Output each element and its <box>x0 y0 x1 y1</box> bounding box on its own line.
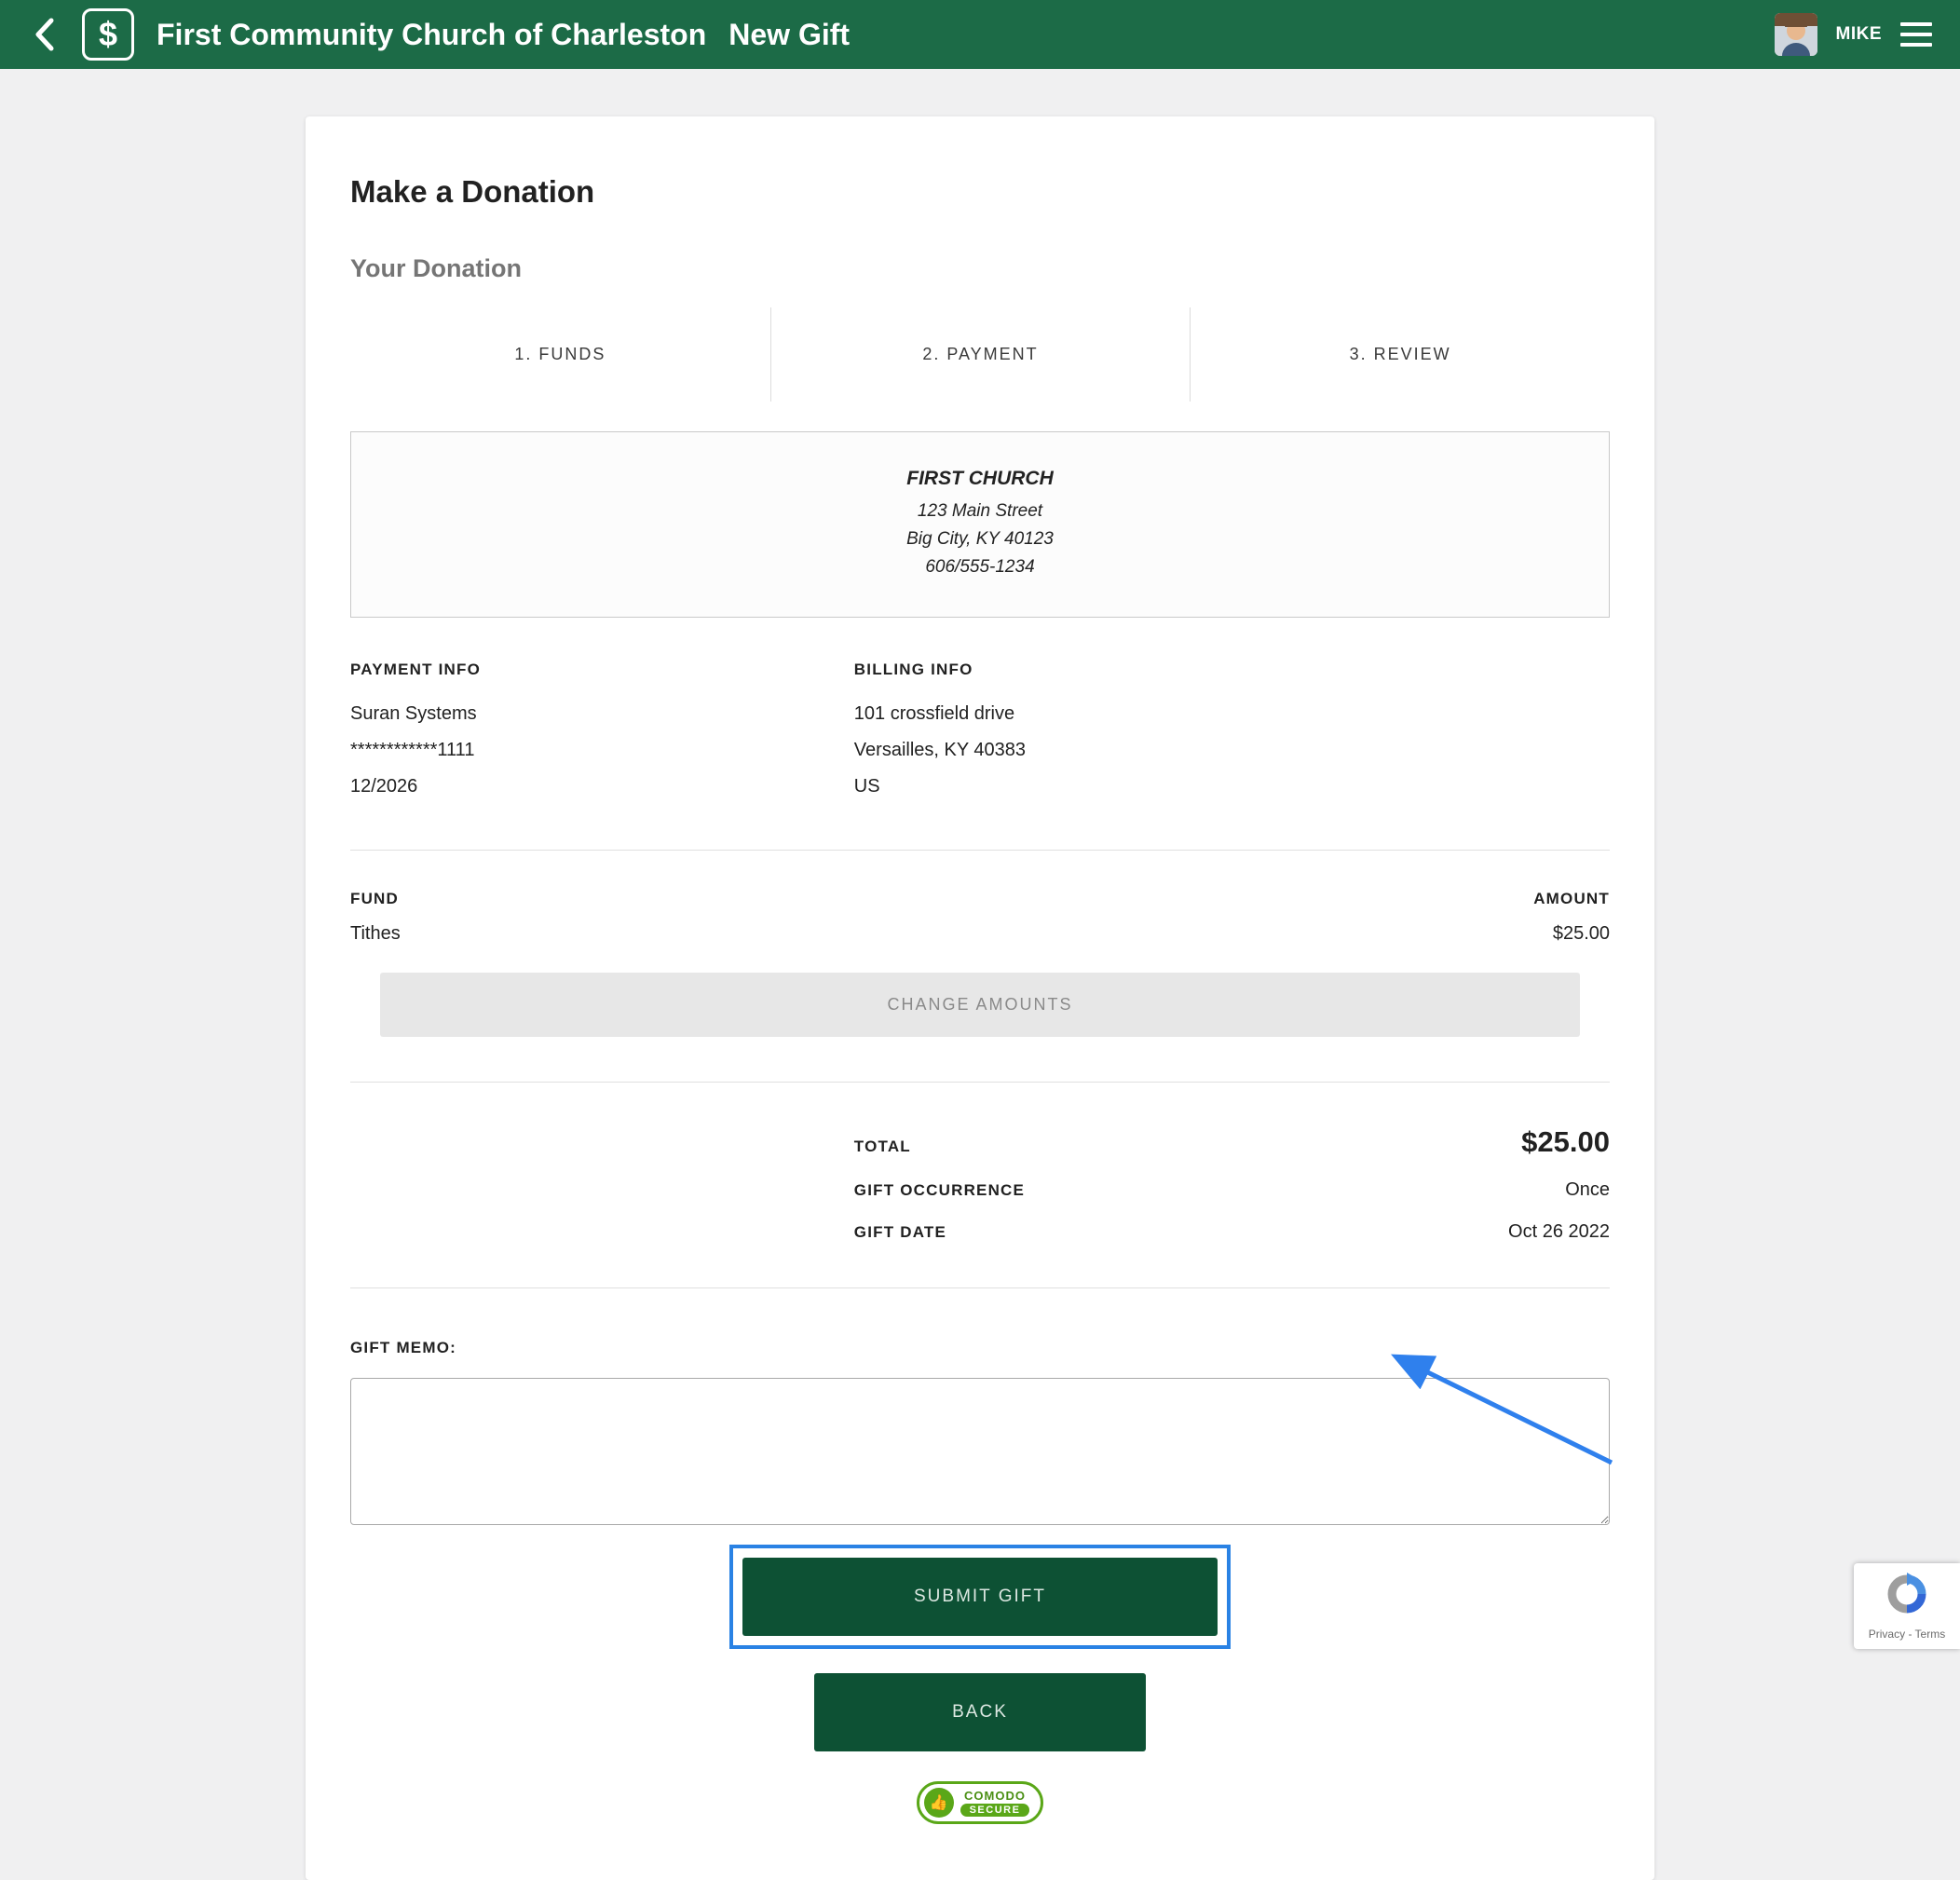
occurrence-row: GIFT OCCURRENCE Once <box>350 1179 1610 1201</box>
submit-highlight-box: SUBMIT GIFT <box>729 1545 1231 1649</box>
payment-expiry: 12/2026 <box>350 769 854 805</box>
fund-table-header: FUND AMOUNT <box>350 890 1610 908</box>
recaptcha-icon <box>1885 1573 1928 1620</box>
gift-date-row: GIFT DATE Oct 26 2022 <box>350 1221 1610 1243</box>
total-value: $25.00 <box>1521 1125 1610 1159</box>
summary-section: TOTAL $25.00 GIFT OCCURRENCE Once GIFT D… <box>350 1125 1610 1243</box>
step-payment[interactable]: 2. PAYMENT <box>770 307 1191 402</box>
recaptcha-badge[interactable]: Privacy - Terms <box>1854 1563 1960 1649</box>
donation-card: Make a Donation Your Donation 1. FUNDS 2… <box>306 116 1654 1880</box>
church-address1: 123 Main Street <box>370 497 1590 525</box>
submit-gift-button[interactable]: SUBMIT GIFT <box>742 1558 1218 1636</box>
gift-date-value: Oct 26 2022 <box>1508 1221 1610 1243</box>
fund-row: Tithes $25.00 <box>350 923 1610 945</box>
amount-column-header: AMOUNT <box>1533 890 1610 908</box>
steps-bar: 1. FUNDS 2. PAYMENT 3. REVIEW <box>350 307 1610 402</box>
payment-billing-row: PAYMENT INFO Suran Systems ************1… <box>350 661 1610 805</box>
avatar[interactable] <box>1775 13 1817 56</box>
page-name-title: New Gift <box>728 18 850 52</box>
header-title: First Community Church of Charleston New… <box>157 18 850 52</box>
dollar-icon: $ <box>82 8 134 61</box>
payment-name: Suran Systems <box>350 696 854 732</box>
comodo-secure-badge[interactable]: 👍 COMODO SECURE <box>917 1781 1044 1824</box>
fund-name: Tithes <box>350 923 401 945</box>
comodo-text: COMODO SECURE <box>960 1789 1030 1817</box>
section-title: Your Donation <box>350 254 1610 283</box>
step-funds[interactable]: 1. FUNDS <box>350 307 770 402</box>
divider <box>350 1082 1610 1083</box>
church-phone: 606/555-1234 <box>370 553 1590 581</box>
total-label: TOTAL <box>854 1138 911 1156</box>
back-chevron-icon[interactable] <box>28 13 60 56</box>
fund-column-header: FUND <box>350 890 399 908</box>
payment-info-label: PAYMENT INFO <box>350 661 854 679</box>
actions-area: SUBMIT GIFT BACK <box>350 1530 1610 1751</box>
total-row: TOTAL $25.00 <box>350 1125 1610 1159</box>
hamburger-menu-icon[interactable] <box>1900 19 1932 50</box>
divider <box>350 1287 1610 1288</box>
comodo-badge-wrap: 👍 COMODO SECURE <box>350 1781 1610 1824</box>
comodo-name: COMODO <box>964 1789 1026 1803</box>
comodo-secure-label: SECURE <box>960 1804 1030 1817</box>
change-amounts-button[interactable]: CHANGE AMOUNTS <box>380 973 1580 1037</box>
billing-street: 101 crossfield drive <box>854 696 1358 732</box>
recaptcha-privacy-terms[interactable]: Privacy - Terms <box>1869 1628 1945 1641</box>
gift-memo-label: GIFT MEMO: <box>350 1339 1610 1357</box>
church-name: FIRST CHURCH <box>370 468 1590 490</box>
occurrence-label: GIFT OCCURRENCE <box>854 1181 1025 1200</box>
divider <box>350 850 1610 851</box>
fund-amount: $25.00 <box>1553 923 1610 945</box>
fund-section: FUND AMOUNT Tithes $25.00 CHANGE AMOUNTS <box>350 890 1610 1037</box>
back-button[interactable]: BACK <box>814 1673 1146 1751</box>
user-name: MIKE <box>1836 24 1883 45</box>
church-info-box: FIRST CHURCH 123 Main Street Big City, K… <box>350 431 1610 618</box>
church-name-title: First Community Church of Charleston <box>157 18 706 52</box>
gift-date-label: GIFT DATE <box>854 1223 946 1242</box>
thumbs-up-icon: 👍 <box>924 1788 954 1818</box>
billing-info-col: BILLING INFO 101 crossfield drive Versai… <box>854 661 1358 805</box>
gift-memo-textarea[interactable] <box>350 1378 1610 1525</box>
header-right: MIKE <box>1775 13 1933 56</box>
dollar-glyph: $ <box>99 15 117 54</box>
billing-info-label: BILLING INFO <box>854 661 1358 679</box>
payment-card-number: ************1111 <box>350 732 854 769</box>
occurrence-value: Once <box>1565 1179 1610 1201</box>
church-address2: Big City, KY 40123 <box>370 525 1590 553</box>
step-review[interactable]: 3. REVIEW <box>1190 307 1610 402</box>
billing-city: Versailles, KY 40383 <box>854 732 1358 769</box>
billing-country: US <box>854 769 1358 805</box>
page-title: Make a Donation <box>350 174 1610 210</box>
app-header: $ First Community Church of Charleston N… <box>0 0 1960 69</box>
payment-info-col: PAYMENT INFO Suran Systems ************1… <box>350 661 854 805</box>
